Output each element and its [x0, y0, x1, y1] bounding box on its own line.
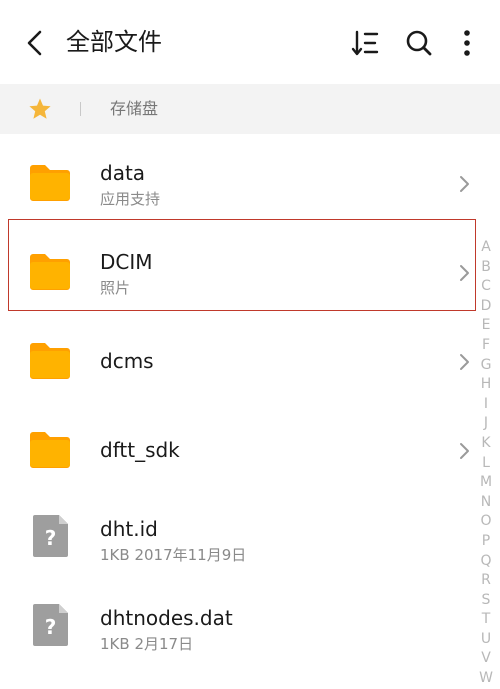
breadcrumb-storage[interactable]: 存储盘 [110, 98, 158, 120]
file-row-data[interactable]: data 应用支持 [0, 138, 470, 227]
chevron-right-icon [460, 443, 469, 459]
folder-icon [30, 432, 70, 468]
alphabet-letter[interactable]: I [475, 395, 497, 415]
alphabet-letter[interactable]: E [475, 316, 497, 336]
alphabet-letter[interactable]: T [475, 610, 497, 630]
selection-highlight [8, 219, 476, 311]
alphabet-letter[interactable]: H [475, 375, 497, 395]
top-bar: 全部文件 [0, 0, 500, 84]
unknown-file-icon: ? [33, 604, 68, 646]
alphabet-letter[interactable]: J [475, 414, 497, 434]
alphabet-letter[interactable]: B [475, 258, 497, 278]
file-subtitle: 应用支持 [100, 190, 161, 208]
back-chevron-icon[interactable] [20, 28, 50, 58]
alphabet-letter[interactable]: K [475, 434, 497, 454]
folder-icon [30, 343, 70, 379]
star-icon[interactable] [28, 97, 52, 121]
chevron-right-icon [460, 176, 469, 192]
alphabet-letter[interactable]: L [475, 454, 497, 474]
alphabet-letter[interactable]: C [475, 277, 497, 297]
file-meta: 1KB 2月17日 [100, 635, 194, 653]
file-name: dcms [100, 349, 154, 373]
alphabet-letter[interactable]: V [475, 649, 497, 669]
file-name: data [100, 161, 146, 185]
alphabet-letter[interactable]: A [475, 238, 497, 258]
file-row-dht-id[interactable]: ? dht.id 1KB 2017年11月9日 [0, 494, 470, 583]
unknown-file-icon: ? [33, 515, 68, 557]
alphabet-letter[interactable]: G [475, 356, 497, 376]
page-title: 全部文件 [66, 28, 162, 56]
breadcrumb-divider [80, 102, 81, 116]
search-icon[interactable] [404, 28, 434, 58]
alphabet-letter[interactable]: M [475, 473, 497, 493]
file-row-dftt-sdk[interactable]: dftt_sdk [0, 405, 470, 494]
file-name: dht.id [100, 517, 158, 541]
alphabet-letter[interactable]: D [475, 297, 497, 317]
svg-text:?: ? [45, 526, 57, 550]
file-row-dcms[interactable]: dcms [0, 316, 470, 405]
alphabet-letter[interactable]: R [475, 571, 497, 591]
file-name: dhtnodes.dat [100, 606, 233, 630]
file-name: dftt_sdk [100, 438, 180, 462]
chevron-right-icon [460, 354, 469, 370]
sort-icon[interactable] [350, 28, 380, 58]
alphabet-letter[interactable]: N [475, 493, 497, 513]
svg-text:?: ? [45, 615, 57, 639]
file-meta: 1KB 2017年11月9日 [100, 546, 247, 564]
file-row-dhtnodes-dat[interactable]: ? dhtnodes.dat 1KB 2月17日 [0, 583, 470, 672]
folder-icon [30, 165, 70, 201]
alphabet-letter[interactable]: S [475, 591, 497, 611]
alphabet-letter[interactable]: Q [475, 552, 497, 572]
alphabet-letter[interactable]: O [475, 512, 497, 532]
alphabet-index[interactable]: ABCDEFGHIJKLMNOPQRSTUVW [475, 238, 497, 689]
more-vertical-icon[interactable] [452, 28, 482, 58]
alphabet-letter[interactable]: F [475, 336, 497, 356]
breadcrumb: 存储盘 [0, 84, 500, 134]
alphabet-letter[interactable]: U [475, 630, 497, 650]
alphabet-letter[interactable]: W [475, 669, 497, 689]
alphabet-letter[interactable]: P [475, 532, 497, 552]
